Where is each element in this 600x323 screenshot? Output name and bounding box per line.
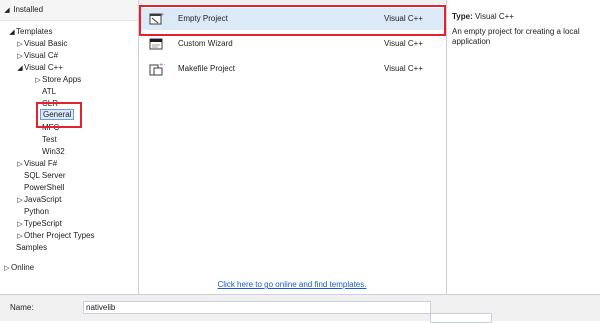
project-name-input[interactable] bbox=[83, 301, 431, 314]
expanded-arrow-icon[interactable]: ◢ bbox=[16, 63, 24, 75]
tree-item-javascript[interactable]: ▷JavaScript bbox=[16, 194, 61, 206]
installed-header[interactable]: ◢ Installed bbox=[0, 0, 138, 21]
template-name: Custom Wizard bbox=[178, 39, 233, 48]
template-language: Visual C++ bbox=[384, 39, 423, 48]
tree-item-online[interactable]: ▷Online bbox=[3, 262, 34, 274]
template-row-empty-project[interactable]: ++ Empty Project Visual C++ bbox=[139, 8, 445, 30]
tree-item-atl[interactable]: ATL bbox=[42, 86, 56, 98]
tree-item-sql-server[interactable]: SQL Server bbox=[24, 170, 66, 182]
tree-item-mfc[interactable]: MFC bbox=[42, 122, 59, 134]
collapsed-arrow-icon[interactable]: ▷ bbox=[3, 263, 11, 275]
template-name: Empty Project bbox=[178, 14, 228, 23]
find-templates-online-link[interactable]: Click here to go online and find templat… bbox=[139, 280, 445, 289]
top-strip bbox=[139, 0, 445, 4]
tree-item-win32[interactable]: Win32 bbox=[42, 146, 65, 158]
tree-item-visual-csharp[interactable]: ▷Visual C# bbox=[16, 50, 58, 62]
bottom-form: Name: bbox=[0, 294, 600, 321]
details-panel: Type: Visual C++ An empty project for cr… bbox=[446, 0, 600, 294]
makefile-project-icon: ++ bbox=[149, 62, 165, 76]
svg-text:++: ++ bbox=[160, 12, 165, 18]
collapsed-arrow-icon[interactable]: ▷ bbox=[16, 159, 24, 171]
tree-item-powershell[interactable]: PowerShell bbox=[24, 182, 64, 194]
template-row-makefile-project[interactable]: ++ Makefile Project Visual C++ bbox=[139, 58, 445, 80]
svg-text:++: ++ bbox=[159, 62, 165, 68]
template-description: An empty project for creating a local ap… bbox=[452, 27, 580, 46]
tree-item-visual-basic[interactable]: ▷Visual Basic bbox=[16, 38, 67, 50]
tree-item-store-apps[interactable]: ▷Store Apps bbox=[34, 74, 81, 86]
installed-label: Installed bbox=[13, 5, 44, 14]
tree-item-other-project-types[interactable]: ▷Other Project Types bbox=[16, 230, 94, 242]
template-language: Visual C++ bbox=[384, 64, 423, 73]
template-language: Visual C++ bbox=[384, 14, 423, 23]
template-list-panel: ++ Empty Project Visual C++ Custom Wizar… bbox=[139, 0, 445, 294]
template-tree-panel: ◢ Installed ◢Templates ▷Visual Basic ▷Vi… bbox=[0, 0, 139, 294]
tree-item-samples[interactable]: Samples bbox=[16, 242, 47, 254]
type-line: Type: Visual C++ bbox=[452, 12, 514, 21]
location-field-stub[interactable] bbox=[430, 313, 492, 323]
tree-item-general[interactable]: General bbox=[40, 109, 75, 121]
collapse-arrow-icon[interactable]: ◢ bbox=[3, 5, 11, 17]
tree-item-typescript[interactable]: ▷TypeScript bbox=[16, 218, 62, 230]
tree-item-templates[interactable]: ◢Templates bbox=[8, 26, 52, 38]
name-label: Name: bbox=[10, 303, 34, 312]
empty-project-icon: ++ bbox=[149, 12, 165, 25]
tree-item-python[interactable]: Python bbox=[24, 206, 49, 218]
tree-item-visual-cpp[interactable]: ◢Visual C++ bbox=[16, 62, 63, 74]
type-value: Visual C++ bbox=[474, 12, 514, 21]
type-label: Type: bbox=[452, 12, 473, 21]
collapsed-arrow-icon[interactable]: ▷ bbox=[34, 75, 42, 87]
tree-item-test[interactable]: Test bbox=[42, 134, 57, 146]
custom-wizard-icon bbox=[149, 38, 163, 50]
expand-arrow-icon[interactable]: ◢ bbox=[8, 27, 16, 39]
template-name: Makefile Project bbox=[178, 64, 235, 73]
tree-item-visual-fsharp[interactable]: ▷Visual F# bbox=[16, 158, 57, 170]
collapsed-arrow-icon[interactable]: ▷ bbox=[16, 195, 24, 207]
template-row-custom-wizard[interactable]: Custom Wizard Visual C++ bbox=[139, 33, 445, 55]
